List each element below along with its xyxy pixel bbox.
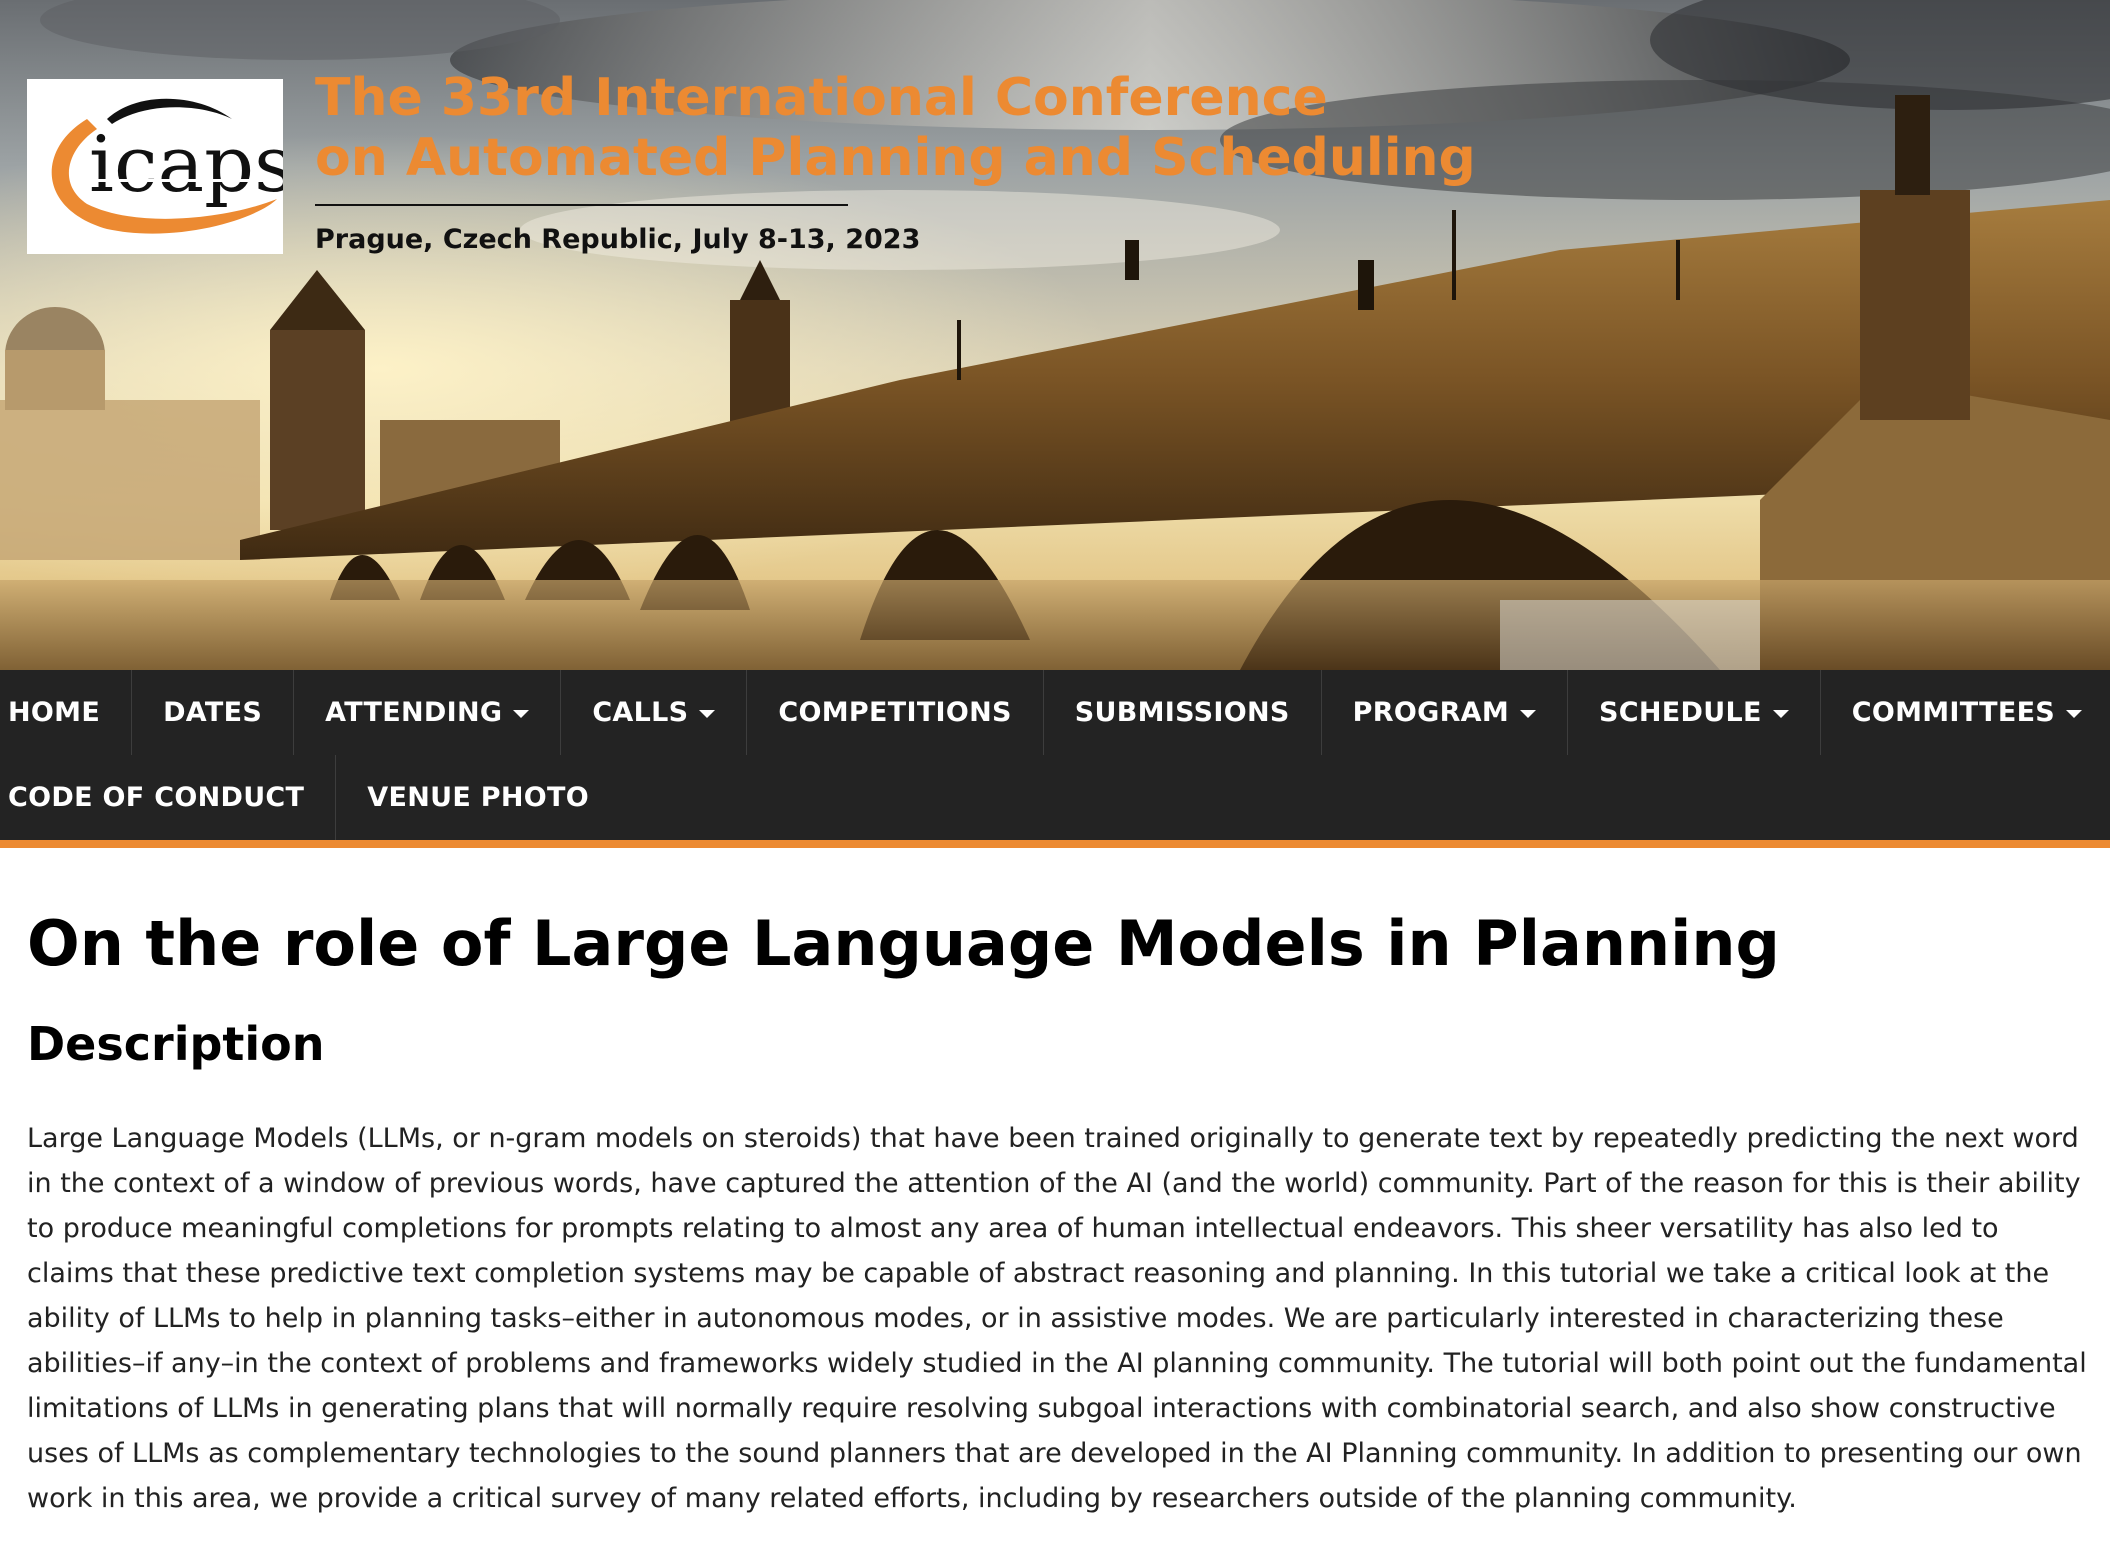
nav-item-dates[interactable]: DATES: [132, 670, 295, 755]
nav-item-competitions[interactable]: COMPETITIONS: [747, 670, 1044, 755]
nav-item-committees[interactable]: COMMITTEES: [1821, 670, 2110, 755]
nav-item-submissions[interactable]: SUBMISSIONS: [1044, 670, 1322, 755]
nav-row-2: CODE OF CONDUCT VENUE PHOTO: [0, 755, 2110, 840]
nav-item-code-of-conduct[interactable]: CODE OF CONDUCT: [0, 755, 337, 840]
main-navigation: HOME DATES ATTENDING CALLS COMPETITIONS …: [0, 670, 2110, 848]
conference-title-line2: on Automated Planning and Scheduling: [315, 128, 1476, 188]
conference-title-line1: The 33rd International Conference: [315, 68, 1328, 128]
nav-item-label: COMMITTEES: [1851, 697, 2056, 728]
nav-item-label: DATES: [163, 697, 263, 728]
nav-item-venue-photo[interactable]: VENUE PHOTO: [336, 755, 620, 840]
nav-item-label: CODE OF CONDUCT: [8, 782, 305, 813]
nav-item-label: VENUE PHOTO: [367, 782, 589, 813]
page-title: On the role of Large Language Models in …: [27, 907, 1780, 980]
icaps-logo-mark: icaps: [51, 98, 283, 234]
conference-title: The 33rd International Conference on Aut…: [315, 68, 1476, 188]
nav-item-calls[interactable]: CALLS: [561, 670, 748, 755]
description-paragraph: Large Language Models (LLMs, or n-gram m…: [27, 1123, 2087, 1514]
title-divider: [315, 204, 848, 206]
nav-item-label: SUBMISSIONS: [1074, 697, 1290, 728]
svg-text:icaps: icaps: [89, 120, 283, 210]
conference-location-date: Prague, Czech Republic, July 8-13, 2023: [315, 224, 921, 255]
nav-item-label: PROGRAM: [1352, 697, 1510, 728]
nav-item-label: CALLS: [592, 697, 689, 728]
main-content: On the role of Large Language Models in …: [0, 848, 2110, 1521]
nav-item-label: ATTENDING: [325, 697, 503, 728]
nav-item-program[interactable]: PROGRAM: [1322, 670, 1569, 755]
nav-item-label: SCHEDULE: [1599, 697, 1762, 728]
caret-down-icon: [513, 709, 530, 718]
caret-down-icon: [699, 709, 716, 718]
nav-item-label: COMPETITIONS: [778, 697, 1012, 728]
icaps-logo[interactable]: icaps: [27, 79, 283, 254]
nav-item-home[interactable]: HOME: [0, 670, 133, 755]
caret-down-icon: [2066, 709, 2083, 718]
nav-row-1: HOME DATES ATTENDING CALLS COMPETITIONS …: [0, 670, 2110, 755]
caret-down-icon: [1520, 709, 1537, 718]
nav-item-label: HOME: [8, 697, 101, 728]
nav-item-schedule[interactable]: SCHEDULE: [1568, 670, 1821, 755]
caret-down-icon: [1772, 709, 1789, 718]
header-banner: icaps The 33rd International Conference …: [0, 0, 2110, 670]
section-heading-description: Description: [27, 1017, 325, 1071]
nav-item-attending[interactable]: ATTENDING: [294, 670, 562, 755]
